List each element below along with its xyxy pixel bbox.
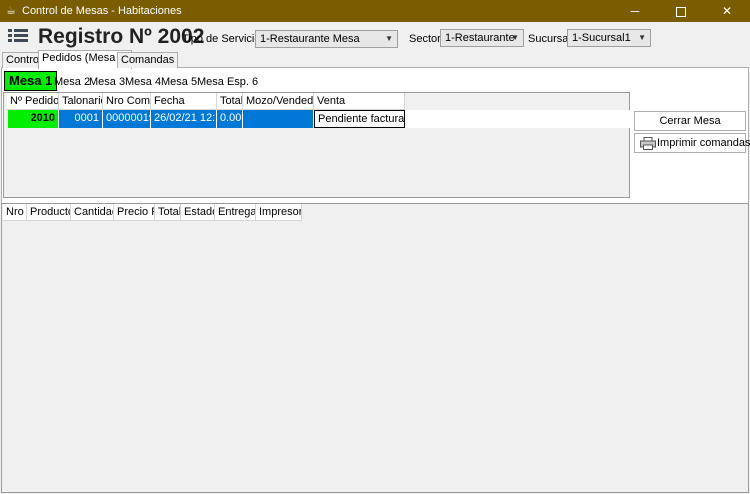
column-header[interactable]: Estado (181, 204, 215, 221)
sucursal-value: 1-Sucursal1 (572, 32, 631, 44)
sector-label: Sector: (409, 33, 444, 45)
chevron-down-icon: ▼ (638, 33, 646, 42)
total-cell[interactable]: 0.00 (217, 110, 243, 128)
sector-select[interactable]: 1-Restaurante ▼ (440, 29, 524, 47)
window-title: Control de Mesas - Habitaciones (22, 5, 182, 17)
mesa-tab-6[interactable]: Mesa Esp. 6 (197, 75, 258, 89)
column-header[interactable]: Nº Pedido (7, 93, 59, 110)
column-header[interactable]: Entregar (215, 204, 256, 221)
column-header[interactable]: Talonario (59, 93, 103, 110)
imprimir-comandas-button[interactable]: Imprimir comandas (634, 133, 750, 153)
pedidos-grid[interactable]: Nº Pedido Talonario Nro Comp Fecha Total… (3, 92, 630, 198)
printer-icon (640, 137, 656, 150)
chevron-down-icon: ▼ (511, 33, 519, 42)
title-bar: ☕ Control de Mesas - Habitaciones ─ ✕ (0, 0, 750, 22)
column-header[interactable]: Nro Comp (103, 93, 151, 110)
tipo-servicio-select[interactable]: 1-Restaurante Mesa ▼ (255, 30, 398, 48)
sucursal-select[interactable]: 1-Sucursal1 ▼ (567, 29, 651, 47)
mesa-tab-3[interactable]: Mesa 3 (89, 75, 125, 89)
mesa-tab-5[interactable]: Mesa 5 (161, 75, 197, 89)
mesa-tab-4[interactable]: Mesa 4 (125, 75, 161, 89)
column-header[interactable]: Producto (27, 204, 71, 221)
column-header[interactable]: Precio F. (114, 204, 155, 221)
column-header[interactable]: Cantidad (71, 204, 114, 221)
column-header[interactable]: Venta (314, 93, 405, 110)
hamburger-menu-icon[interactable] (8, 29, 28, 43)
maximize-button[interactable] (658, 0, 704, 22)
mozo-cell[interactable] (243, 110, 314, 128)
chevron-down-icon: ▼ (385, 34, 393, 43)
column-header[interactable]: Mozo/Vendedor (243, 93, 314, 110)
column-header[interactable]: Fecha (151, 93, 217, 110)
sector-value: 1-Restaurante (445, 32, 515, 44)
talonario-cell[interactable]: 0001 (59, 110, 103, 128)
minimize-button[interactable]: ─ (612, 0, 658, 22)
tab-comandas[interactable]: Comandas (117, 52, 179, 68)
coffee-cup-icon: ☕ (6, 5, 16, 17)
venta-cell[interactable]: Pendiente facturación (314, 110, 405, 128)
detalle-grid[interactable]: Nro Producto Cantidad Precio F. Total Es… (1, 203, 749, 493)
mesa-tab-2[interactable]: Mesa 2 (54, 75, 90, 89)
column-header[interactable]: Total (155, 204, 181, 221)
row-fill (405, 110, 630, 128)
cerrar-mesa-button[interactable]: Cerrar Mesa (634, 111, 746, 131)
tipo-servicio-value: 1-Restaurante Mesa (260, 33, 360, 45)
tipo-servicio-label: Tipo de Servicio: (182, 33, 264, 45)
pedido-cell[interactable]: 2010 (8, 110, 59, 128)
maximize-icon (676, 6, 686, 17)
mesa-tab-1[interactable]: Mesa 1 (4, 71, 58, 91)
column-header[interactable]: Nro (3, 204, 27, 221)
column-header[interactable]: Total (217, 93, 243, 110)
column-header[interactable]: Impresora (256, 204, 302, 221)
fecha-cell[interactable]: 26/02/21 12:12 (151, 110, 217, 128)
nro-comp-cell[interactable]: 00000019 (103, 110, 151, 128)
imprimir-comandas-label: Imprimir comandas (657, 137, 750, 149)
registro-title: Registro Nº 2002 (38, 25, 205, 48)
close-button[interactable]: ✕ (704, 0, 750, 22)
